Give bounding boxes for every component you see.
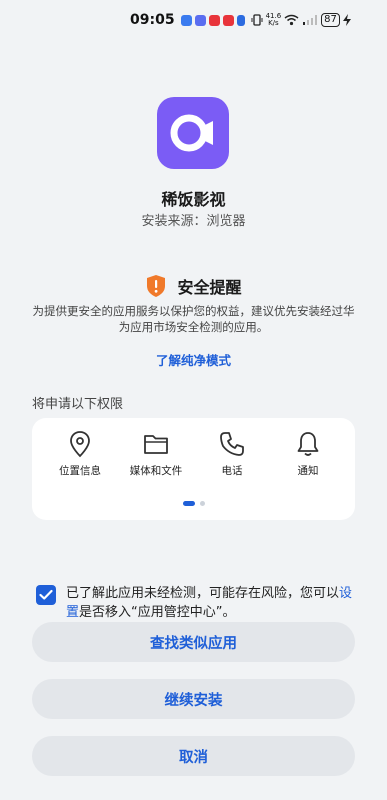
notification-icons [180, 14, 245, 26]
charging-icon [342, 14, 351, 26]
cancel-button[interactable]: 取消 [32, 736, 355, 776]
battery-indicator: 87 [321, 13, 340, 27]
status-bar: 09:05 41.6 K/s 87 [0, 0, 387, 40]
permissions-card[interactable]: 位置信息 媒体和文件 电话 通知 [32, 418, 355, 520]
network-speed: 41.6 K/s [266, 13, 282, 27]
find-similar-apps-button[interactable]: 查找类似应用 [32, 622, 355, 662]
status-right: 41.6 K/s 87 [251, 13, 351, 27]
security-title-row: 安全提醒 [0, 274, 387, 298]
acknowledge-text: 已了解此应用未经检测，可能存在风险，您可以设置是否移入“应用管控中心”。 [66, 584, 356, 622]
page-dot [199, 501, 205, 506]
page-dot-active [182, 501, 195, 506]
security-description: 为提供更安全的应用服务以保护您的权益，建议优先安装经过华为应用市场安全检测的应用… [32, 304, 355, 334]
permission-media-files: 媒体和文件 [116, 430, 196, 478]
permission-label: 位置信息 [59, 465, 101, 477]
wifi-icon [284, 14, 299, 26]
security-title: 安全提醒 [177, 278, 242, 297]
phone-icon [220, 432, 244, 456]
app-logo-icon [170, 114, 213, 152]
folder-icon [144, 435, 168, 454]
permission-location: 位置信息 [40, 430, 120, 478]
continue-install-button[interactable]: 继续安装 [32, 679, 355, 719]
location-pin-icon [70, 431, 90, 458]
permission-label: 通知 [297, 465, 319, 477]
app-notification-icon [222, 14, 234, 26]
acknowledge-text-after: 是否移入“应用管控中心”。 [79, 605, 236, 620]
permission-phone: 电话 [192, 430, 272, 478]
app-notification-icon [208, 14, 220, 26]
permission-notification: 通知 [268, 430, 348, 478]
app-icon [157, 97, 229, 169]
net-speed-unit: K/s [268, 19, 279, 27]
acknowledge-checkbox[interactable] [36, 585, 56, 605]
page-indicator [32, 501, 355, 506]
permissions-heading: 将申请以下权限 [32, 397, 124, 412]
status-time: 09:05 [130, 12, 175, 28]
pure-mode-link[interactable]: 了解纯净模式 [0, 350, 387, 369]
install-source: 安装来源：浏览器 [141, 214, 246, 229]
vibrate-icon [251, 14, 263, 26]
app-name: 稀饭影视 [161, 190, 226, 209]
signal-icon [303, 15, 318, 25]
checkmark-icon [39, 589, 53, 600]
acknowledge-text-before: 已了解此应用未经检测，可能存在风险，您可以 [66, 586, 340, 601]
app-notification-icon [236, 14, 245, 26]
bell-icon [297, 432, 319, 456]
acknowledge-row: 已了解此应用未经检测，可能存在风险，您可以设置是否移入“应用管控中心”。 [36, 584, 356, 622]
permission-label: 电话 [221, 465, 243, 477]
permission-label: 媒体和文件 [129, 465, 183, 477]
app-notification-icon [194, 14, 206, 26]
app-notification-icon [180, 14, 192, 26]
shield-warning-icon [147, 275, 166, 297]
